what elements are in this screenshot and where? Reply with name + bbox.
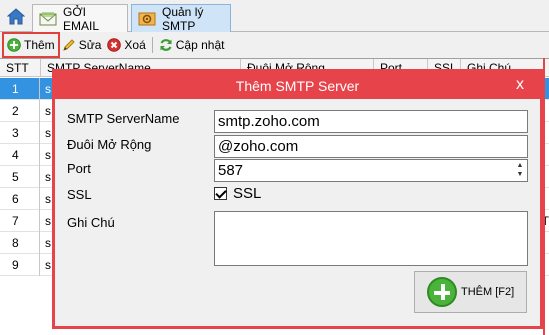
delete-button-label: Xoá [124, 38, 146, 52]
port-stepper[interactable]: 587 ▲ ▼ [214, 159, 528, 182]
dialog-title: Thêm SMTP Server [235, 77, 360, 94]
edit-button-label: Sửa [78, 38, 102, 52]
edit-button[interactable]: Sửa [59, 34, 105, 56]
row-stt: 8 [0, 232, 40, 254]
window-border-accent [543, 58, 545, 335]
ssl-checkbox-label: SSL [233, 185, 262, 202]
ssl-label: SSL [67, 187, 92, 202]
tab-send-email[interactable]: GỞI EMAIL [32, 4, 128, 33]
add-icon [7, 38, 21, 52]
update-button-label: Cập nhật [175, 38, 225, 52]
add-button[interactable]: Thêm [2, 32, 60, 58]
add-smtp-dialog: Thêm SMTP Server x SMTP ServerName smtp.… [52, 69, 543, 329]
port-value: 587 [218, 162, 244, 179]
toolbar: Thêm Sửa Xoá Cập nhật [0, 32, 549, 58]
row-stt: 4 [0, 144, 40, 166]
row-stt: 1 [0, 78, 40, 100]
row-stt: 5 [0, 166, 40, 188]
toolbar-separator [151, 37, 153, 53]
ssl-checkbox[interactable]: SSL [214, 185, 261, 202]
chevron-up-icon[interactable]: ▲ [515, 161, 525, 170]
note-textarea[interactable] [214, 211, 528, 266]
update-button[interactable]: Cập nhật [156, 34, 228, 56]
server-label: SMTP ServerName [67, 111, 180, 126]
email-icon [39, 11, 57, 27]
ext-input[interactable]: @zoho.com [214, 135, 528, 158]
row-stt: 9 [0, 254, 40, 276]
close-button[interactable]: x [510, 76, 530, 94]
tab-smtp-manage-label: Quản lý SMTP [162, 4, 204, 33]
home-icon [7, 7, 25, 24]
home-button[interactable] [3, 4, 29, 28]
add-circle-icon [427, 277, 457, 307]
col-header-stt[interactable]: STT [0, 59, 41, 77]
note-label: Ghi Chú [67, 215, 115, 230]
chevron-down-icon[interactable]: ▼ [515, 170, 525, 179]
dialog-body: SMTP ServerName smtp.zoho.com Đuôi Mở Rộ… [55, 99, 540, 326]
refresh-icon [159, 38, 173, 52]
add-submit-label: THÊM [F2] [461, 286, 515, 298]
add-submit-button[interactable]: THÊM [F2] [414, 271, 527, 313]
dialog-titlebar[interactable]: Thêm SMTP Server x [55, 72, 540, 99]
delete-button[interactable]: Xoá [104, 34, 148, 56]
server-input[interactable]: smtp.zoho.com [214, 110, 528, 133]
row-stt: 2 [0, 100, 40, 122]
row-stt: 6 [0, 188, 40, 210]
ext-label: Đuôi Mở Rộng [67, 137, 152, 152]
mail-server-icon [138, 11, 156, 27]
spin-arrows[interactable]: ▲ ▼ [515, 161, 525, 180]
tab-smtp-manage[interactable]: Quản lý SMTP [131, 4, 231, 33]
row-stt: 3 [0, 122, 40, 144]
add-button-label: Thêm [24, 38, 55, 52]
app-window: GỞI EMAIL Quản lý SMTP Thêm Sửa Xoá Cập … [0, 0, 549, 335]
pencil-icon [62, 38, 76, 52]
port-label: Port [67, 161, 91, 176]
delete-icon [107, 38, 122, 52]
close-icon: x [516, 76, 524, 93]
tab-send-email-label: GỞI EMAIL [63, 4, 100, 33]
row-stt: 7 [0, 210, 40, 232]
tab-strip: GỞI EMAIL Quản lý SMTP [0, 0, 549, 33]
check-icon[interactable] [214, 187, 227, 200]
dialog-frame: Thêm SMTP Server x SMTP ServerName smtp.… [55, 72, 540, 326]
